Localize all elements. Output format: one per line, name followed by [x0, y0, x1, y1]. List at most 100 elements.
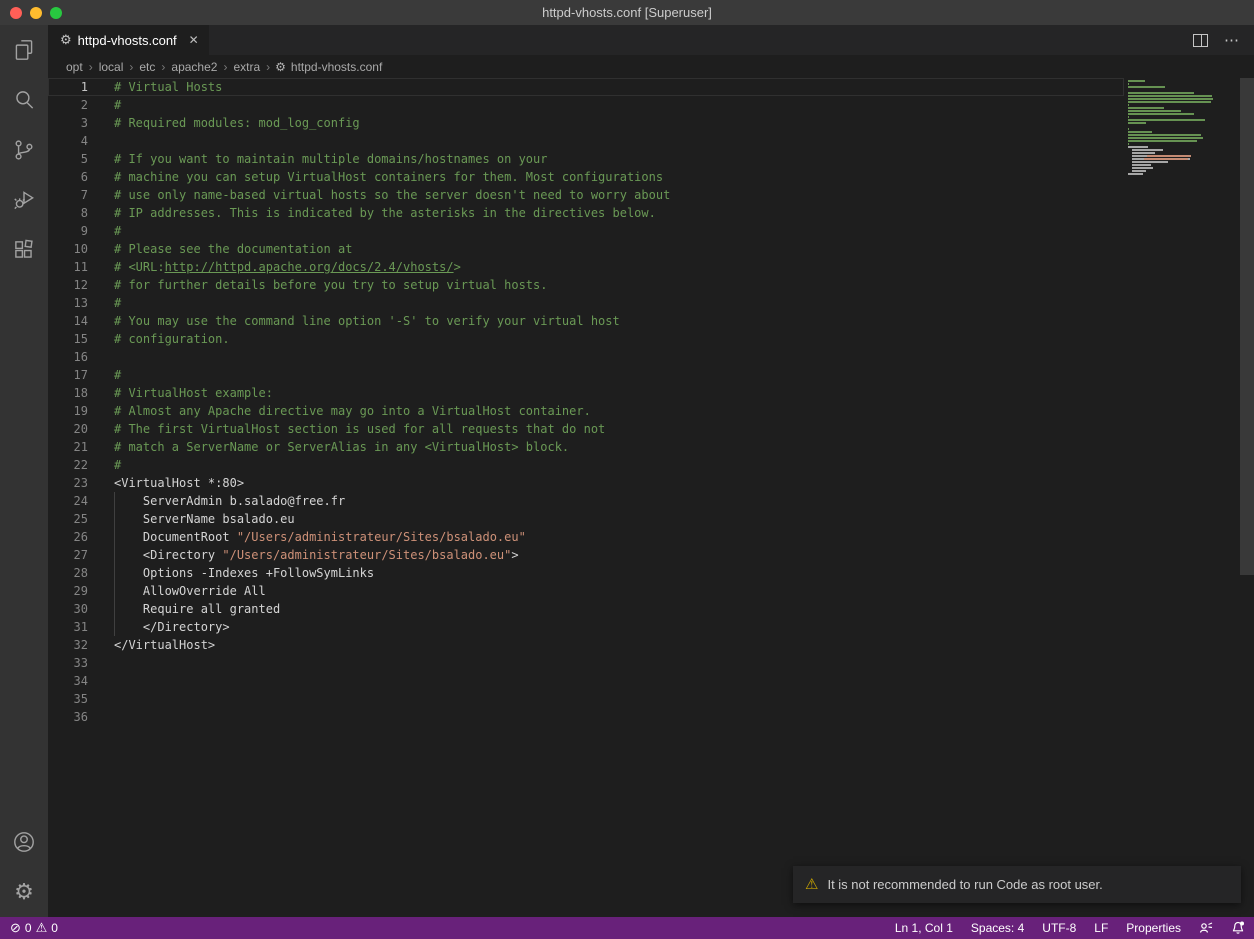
breadcrumb-item[interactable]: apache2	[170, 60, 218, 74]
account-icon	[11, 829, 37, 855]
tab-bar: ⚙ httpd-vhosts.conf ✕ ⋯	[48, 25, 1254, 55]
language-mode-status[interactable]: Properties	[1117, 917, 1190, 939]
code-text: #	[88, 368, 121, 382]
cursor-position-status[interactable]: Ln 1, Col 1	[886, 917, 962, 939]
editor-scrollbar[interactable]	[1240, 78, 1254, 575]
close-window-button[interactable]	[10, 7, 22, 19]
line-number: 20	[48, 420, 88, 438]
code-line: 16	[48, 348, 1124, 366]
minimap-line	[1128, 152, 1240, 154]
minimap-line	[1128, 95, 1240, 97]
notification-toast[interactable]: ⚠ It is not recommended to run Code as r…	[793, 866, 1241, 903]
code-line: 25 ServerName bsalado.eu	[48, 510, 1124, 528]
code-text: # machine you can setup VirtualHost cont…	[88, 170, 663, 184]
code-text	[88, 674, 121, 688]
minimap-line	[1128, 116, 1240, 118]
line-number: 34	[48, 672, 88, 690]
code-line: 26 DocumentRoot "/Users/administrateur/S…	[48, 528, 1124, 546]
breadcrumb-separator-icon: ›	[218, 60, 232, 74]
line-number: 28	[48, 564, 88, 582]
minimap-line	[1128, 176, 1240, 178]
line-number: 14	[48, 312, 88, 330]
status-bar-right: Ln 1, Col 1 Spaces: 4 UTF-8 LF Propertie…	[886, 917, 1254, 939]
breadcrumb-separator-icon: ›	[124, 60, 138, 74]
line-number: 30	[48, 600, 88, 618]
line-number: 16	[48, 348, 88, 366]
editor-actions: ⋯	[1193, 25, 1254, 55]
minimap-line	[1128, 101, 1240, 103]
code-text: # configuration.	[88, 332, 230, 346]
line-number: 1	[48, 78, 88, 96]
line-number: 26	[48, 528, 88, 546]
breadcrumb-item[interactable]: etc	[138, 60, 156, 74]
line-number: 11	[48, 258, 88, 276]
code-text: Require all granted	[88, 602, 280, 616]
settings-button[interactable]: ⚙	[0, 867, 48, 917]
minimap[interactable]	[1124, 78, 1240, 188]
code-line: 10# Please see the documentation at	[48, 240, 1124, 258]
errors-icon: ⊘	[10, 920, 21, 936]
code-text: # You may use the command line option '-…	[88, 314, 620, 328]
warnings-count: 0	[51, 921, 58, 935]
indentation-status[interactable]: Spaces: 4	[962, 917, 1033, 939]
code-text: # match a ServerName or ServerAlias in a…	[88, 440, 569, 454]
minimap-line	[1128, 131, 1240, 133]
zoom-window-button[interactable]	[50, 7, 62, 19]
sidebar-item-explorer[interactable]	[0, 25, 48, 75]
accounts-button[interactable]	[0, 817, 48, 867]
line-number: 10	[48, 240, 88, 258]
minimap-line	[1128, 125, 1240, 127]
code-line: 36	[48, 708, 1124, 726]
code-text	[88, 692, 121, 706]
status-bar: ⊘ 0 ⚠ 0 Ln 1, Col 1 Spaces: 4 UTF-8 LF P…	[0, 917, 1254, 939]
more-actions-icon[interactable]: ⋯	[1224, 31, 1240, 49]
code-line: 6# machine you can setup VirtualHost con…	[48, 168, 1124, 186]
code-area[interactable]: 1# Virtual Hosts 2#3# Required modules: m…	[48, 78, 1124, 726]
warnings-icon: ⚠	[36, 920, 48, 936]
line-number: 7	[48, 186, 88, 204]
encoding-status[interactable]: UTF-8	[1033, 917, 1085, 939]
sidebar-item-source-control[interactable]	[0, 125, 48, 175]
tab-close-icon[interactable]: ✕	[189, 33, 199, 47]
code-line: 2#	[48, 96, 1124, 114]
problems-status[interactable]: ⊘ 0 ⚠ 0	[0, 920, 58, 936]
eol-status[interactable]: LF	[1085, 917, 1117, 939]
line-number: 25	[48, 510, 88, 528]
feedback-icon[interactable]	[1190, 917, 1222, 939]
editor: 1# Virtual Hosts 2#3# Required modules: m…	[48, 78, 1254, 917]
line-number: 31	[48, 618, 88, 636]
breadcrumb-item[interactable]: local	[98, 60, 125, 74]
code-text: # IP addresses. This is indicated by the…	[88, 206, 656, 220]
code-line: 27 <Directory "/Users/administrateur/Sit…	[48, 546, 1124, 564]
code-line: 22#	[48, 456, 1124, 474]
minimap-line	[1128, 179, 1240, 181]
code-line: 29 AllowOverride All	[48, 582, 1124, 600]
code-text: DocumentRoot "/Users/administrateur/Site…	[88, 530, 526, 544]
breadcrumb-item[interactable]: httpd-vhosts.conf	[290, 60, 383, 74]
minimize-window-button[interactable]	[30, 7, 42, 19]
minimap-line	[1128, 113, 1240, 115]
breadcrumb-item[interactable]: extra	[232, 60, 261, 74]
minimap-line	[1128, 182, 1240, 184]
code-line: 12# for further details before you try t…	[48, 276, 1124, 294]
code-text: # Virtual Hosts	[88, 80, 222, 94]
tab-httpd-vhosts-conf[interactable]: ⚙ httpd-vhosts.conf ✕	[48, 25, 209, 55]
line-number: 19	[48, 402, 88, 420]
split-editor-icon[interactable]	[1193, 34, 1208, 47]
sidebar-item-search[interactable]	[0, 75, 48, 125]
breadcrumb-separator-icon: ›	[156, 60, 170, 74]
code-line: 17#	[48, 366, 1124, 384]
code-line: 14# You may use the command line option …	[48, 312, 1124, 330]
sidebar-item-extensions[interactable]	[0, 225, 48, 275]
sidebar-item-run-debug[interactable]	[0, 175, 48, 225]
code-line: 35	[48, 690, 1124, 708]
code-text	[88, 710, 121, 724]
window-title: httpd-vhosts.conf [Superuser]	[542, 5, 712, 20]
run-debug-icon	[11, 187, 37, 213]
code-text: #	[88, 296, 121, 310]
code-line: 28 Options -Indexes +FollowSymLinks	[48, 564, 1124, 582]
notifications-bell-icon[interactable]	[1222, 917, 1254, 939]
line-number: 32	[48, 636, 88, 654]
code-line: 3# Required modules: mod_log_config	[48, 114, 1124, 132]
breadcrumb-item[interactable]: opt	[65, 60, 84, 74]
